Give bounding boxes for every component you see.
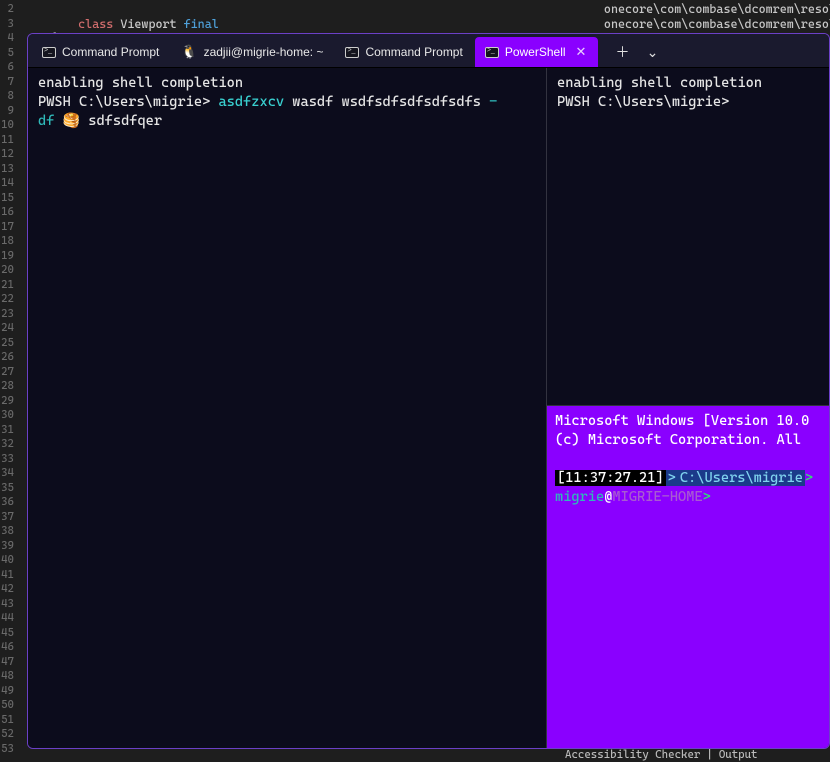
left-prompt: PWSH C:\Users\migrie> xyxy=(38,94,218,110)
new-tab-button[interactable]: ＋ xyxy=(608,37,636,67)
tab-label-4: PowerShell xyxy=(505,45,566,59)
status-accessibility: Accessibility Checker xyxy=(565,748,700,761)
left-cont-2: sdfsdfqer xyxy=(80,113,162,129)
keyword-class: class xyxy=(78,17,113,31)
powershell-icon xyxy=(485,47,499,58)
terminal-window: Command Prompt 🐧 zadjii@migrie-home: ~ C… xyxy=(27,33,830,749)
pancake-emoji: 🥞 xyxy=(63,113,80,129)
rb-timestamp: [11:37:27.21] xyxy=(555,470,666,486)
left-cont-df: df xyxy=(38,113,63,129)
tab-label-2: zadjii@migrie-home: ~ xyxy=(204,45,324,59)
close-icon[interactable]: ✕ xyxy=(576,44,587,60)
rb-userhost-line: migrie@MIGRIE-HOME> xyxy=(555,488,821,507)
left-cmd-token-2: wasdf wsdfsdfsdfsdfsdfs xyxy=(284,94,489,110)
left-line-1: enabling shell completion xyxy=(38,74,536,93)
editor-side-paths: onecore\com\combase\dcomrem\resolve onec… xyxy=(604,2,830,31)
rt-line-1: enabling shell completion xyxy=(557,74,819,93)
tab-bar: Command Prompt 🐧 zadjii@migrie-home: ~ C… xyxy=(28,34,829,68)
path-line-2: onecore\com\combase\dcomrem\resolve xyxy=(604,17,830,32)
tux-icon: 🐧 xyxy=(181,44,197,60)
keyword-final: final xyxy=(184,17,219,31)
cmd-icon xyxy=(345,47,359,58)
rb-arrow-2: > xyxy=(805,470,813,486)
editor-gutter: 2345678910111213141516171819202122232425… xyxy=(0,0,18,762)
cmd-icon xyxy=(42,47,56,58)
left-cont-dash: - xyxy=(489,94,497,110)
rt-prompt: PWSH C:\Users\migrie> xyxy=(557,93,819,112)
rb-host: MIGRIE-HOME xyxy=(612,489,702,505)
tab-linux[interactable]: 🐧 zadjii@migrie-home: ~ xyxy=(171,37,335,67)
pane-left[interactable]: enabling shell completion PWSH C:\Users\… xyxy=(28,68,547,748)
tab-label-1: Command Prompt xyxy=(62,45,159,59)
tab-actions: ＋ ⌄ xyxy=(608,37,666,67)
rb-user: migrie xyxy=(555,489,604,505)
rb-blank xyxy=(555,450,821,469)
rb-prompt-line: [11:37:27.21]>C:\Users\migrie> xyxy=(555,469,821,488)
rb-arrow-1: > xyxy=(666,470,678,486)
rb-line-2: (c) Microsoft Corporation. All xyxy=(555,431,821,450)
rb-path: C:\Users\migrie xyxy=(678,470,805,486)
rb-arrow-3: > xyxy=(703,489,711,505)
status-sep: | xyxy=(706,748,712,761)
chevron-down-icon: ⌄ xyxy=(647,44,659,61)
tab-command-prompt-1[interactable]: Command Prompt xyxy=(32,37,171,67)
left-line-3: df 🥞 sdfsdfqer xyxy=(38,112,536,131)
tab-label-3: Command Prompt xyxy=(365,45,462,59)
rb-line-1: Microsoft Windows [Version 10.0 xyxy=(555,412,821,431)
tab-command-prompt-2[interactable]: Command Prompt xyxy=(335,37,474,67)
pane-right-top[interactable]: enabling shell completion PWSH C:\Users\… xyxy=(547,68,829,406)
tab-powershell[interactable]: PowerShell ✕ xyxy=(475,37,599,67)
left-line-2: PWSH C:\Users\migrie> asdfzxcv wasdf wsd… xyxy=(38,93,536,112)
path-line-1: onecore\com\combase\dcomrem\resolve xyxy=(604,2,830,17)
left-cmd-token-1: asdfzxcv xyxy=(218,94,284,110)
status-output: Output xyxy=(719,748,758,761)
pane-grid: enabling shell completion PWSH C:\Users\… xyxy=(28,68,829,748)
pane-right-bottom[interactable]: Microsoft Windows [Version 10.0 (c) Micr… xyxy=(547,406,829,748)
tab-dropdown-button[interactable]: ⌄ xyxy=(638,37,666,67)
pane-right-column: enabling shell completion PWSH C:\Users\… xyxy=(547,68,829,748)
class-name: Viewport xyxy=(113,17,183,31)
